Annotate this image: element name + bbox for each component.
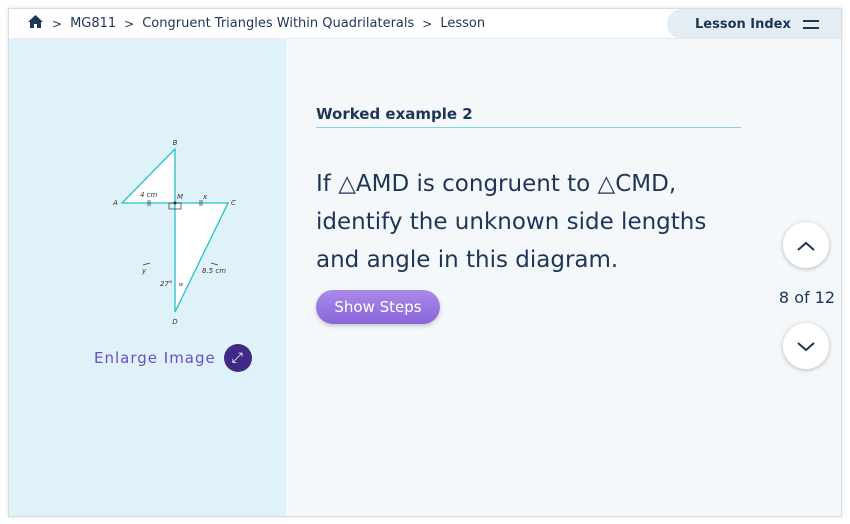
angle-label: 27° bbox=[160, 280, 172, 288]
chevron-up-icon bbox=[797, 235, 815, 256]
show-steps-button[interactable]: Show Steps bbox=[316, 290, 440, 324]
side-label: 8.5 cm bbox=[202, 267, 226, 275]
chevron-down-icon bbox=[797, 336, 815, 357]
point-label: M bbox=[177, 193, 183, 201]
previous-button[interactable] bbox=[783, 222, 829, 268]
point-label: B bbox=[173, 139, 178, 147]
chevron-right-icon: > bbox=[124, 16, 135, 31]
question-text: If △AMD is congruent to △CMD, identify t… bbox=[316, 171, 707, 273]
lesson-index-label: Lesson Index bbox=[695, 16, 791, 32]
breadcrumb-item[interactable]: Congruent Triangles Within Quadrilateral… bbox=[142, 16, 414, 31]
point-label: C bbox=[231, 199, 236, 207]
expand-icon: ⤢ bbox=[223, 344, 252, 372]
side-label: y bbox=[141, 267, 147, 275]
header: > MG811 > Congruent Triangles Within Qua… bbox=[9, 9, 841, 39]
breadcrumb-item[interactable]: Lesson bbox=[440, 16, 485, 31]
enlarge-label: Enlarge Image bbox=[94, 349, 216, 367]
home-icon[interactable] bbox=[27, 14, 44, 33]
point-label: A bbox=[112, 199, 118, 207]
side-label: x bbox=[202, 193, 208, 201]
section-heading: Worked example 2 bbox=[316, 105, 741, 128]
lesson-window: > MG811 > Congruent Triangles Within Qua… bbox=[8, 8, 842, 517]
chevron-right-icon: > bbox=[422, 16, 433, 31]
point-label: D bbox=[172, 318, 178, 326]
lesson-index-button[interactable]: Lesson Index bbox=[667, 9, 841, 39]
breadcrumb: > MG811 > Congruent Triangles Within Qua… bbox=[9, 14, 485, 33]
page-indicator: 8 of 12 bbox=[778, 288, 836, 307]
next-button[interactable] bbox=[783, 323, 829, 369]
enlarge-image-button[interactable]: Enlarge Image ⤢ bbox=[94, 344, 252, 372]
side-label: 4 cm bbox=[140, 191, 158, 199]
breadcrumb-item[interactable]: MG811 bbox=[70, 16, 116, 31]
chevron-right-icon: > bbox=[52, 16, 63, 31]
menu-icon bbox=[803, 19, 819, 29]
kite-diagram: B A C D M 4 cm x y 8.5 cm 27° w bbox=[112, 139, 236, 326]
image-panel: B A C D M 4 cm x y 8.5 cm 27° w Enlarge … bbox=[9, 39, 286, 516]
